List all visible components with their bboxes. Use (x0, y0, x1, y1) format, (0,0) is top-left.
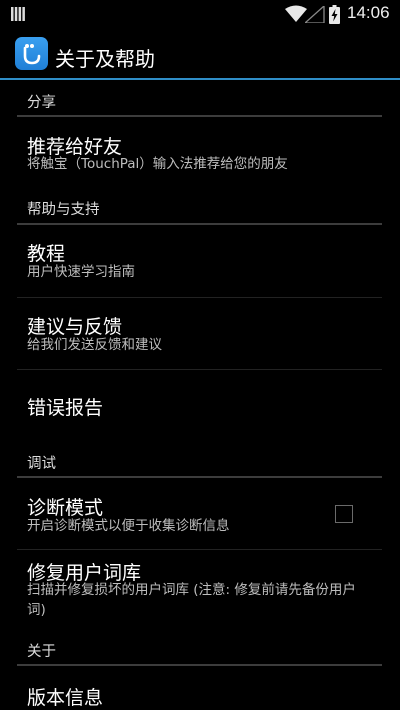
section-header-debug: 调试 (27, 456, 56, 472)
pref-summary: 将触宝（TouchPal）输入法推荐给您的朋友 (27, 156, 288, 172)
status-bar: 14:06 (0, 0, 400, 28)
wifi-icon (285, 5, 307, 22)
pref-title: 错误报告 (27, 397, 104, 419)
section-header-share: 分享 (27, 95, 56, 111)
section-header-help-support: 帮助与支持 (27, 202, 100, 218)
pref-summary: 用户快速学习指南 (27, 264, 135, 280)
signal-icon (305, 6, 325, 23)
notification-grid-icon (11, 7, 25, 21)
page-title: 关于及帮助 (55, 47, 155, 71)
battery-charging-icon (329, 5, 340, 24)
diagnostic-mode-checkbox[interactable] (335, 505, 353, 523)
touchpal-app-icon[interactable] (15, 37, 48, 70)
pref-title: 版本信息 (27, 687, 104, 709)
pref-summary: 开启诊断模式以便于收集诊断信息 (27, 518, 230, 534)
status-time: 14:06 (347, 3, 390, 22)
pref-summary: 给我们发送反馈和建议 (27, 337, 162, 353)
action-bar: 关于及帮助 (0, 28, 400, 79)
pref-tutorial[interactable] (17, 225, 382, 297)
pref-summary: 扫描并修复损坏的用户词库 (注意: 修复前请先备份用户词) (27, 582, 356, 618)
preferences-list[interactable]: 分享 推荐给好友 将触宝（TouchPal）输入法推荐给您的朋友 帮助与支持 教… (0, 80, 400, 710)
section-header-about: 关于 (27, 644, 56, 660)
